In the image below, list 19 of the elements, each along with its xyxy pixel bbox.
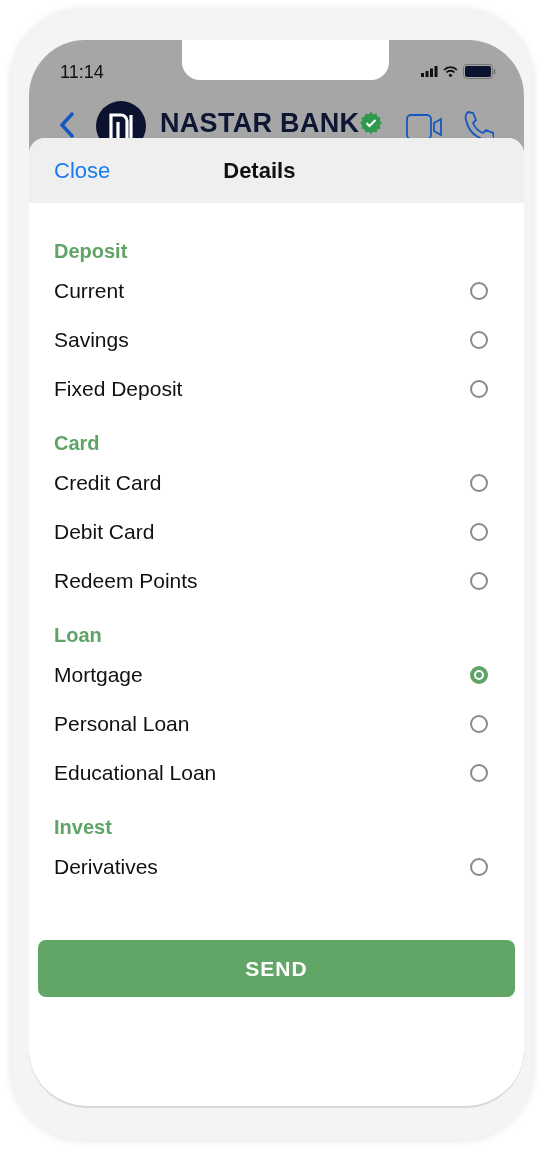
option-label: Personal Loan <box>54 711 190 736</box>
section-title: Deposit <box>54 239 129 264</box>
section-title: Invest <box>54 815 113 840</box>
close-link[interactable]: Close <box>54 157 111 184</box>
option-label: Mortgage <box>54 662 143 687</box>
status-time: 11:14 <box>60 62 104 83</box>
option-label: Debit Card <box>54 519 155 544</box>
option-label: Redeem Points <box>54 568 198 593</box>
option-label: Educational Loan <box>54 760 217 785</box>
contact-name: NASTAR BANK <box>160 108 360 138</box>
option-label: Savings <box>54 327 129 352</box>
option-label: Derivatives <box>54 854 158 879</box>
send-button[interactable]: SEND <box>38 940 515 997</box>
section-title: Loan <box>54 623 103 648</box>
section-title: Card <box>54 431 101 456</box>
option-label: Credit Card <box>54 470 162 495</box>
option-label: Current <box>54 278 125 303</box>
option-label: Fixed Deposit <box>54 376 183 401</box>
sheet-title: Details <box>223 157 296 184</box>
